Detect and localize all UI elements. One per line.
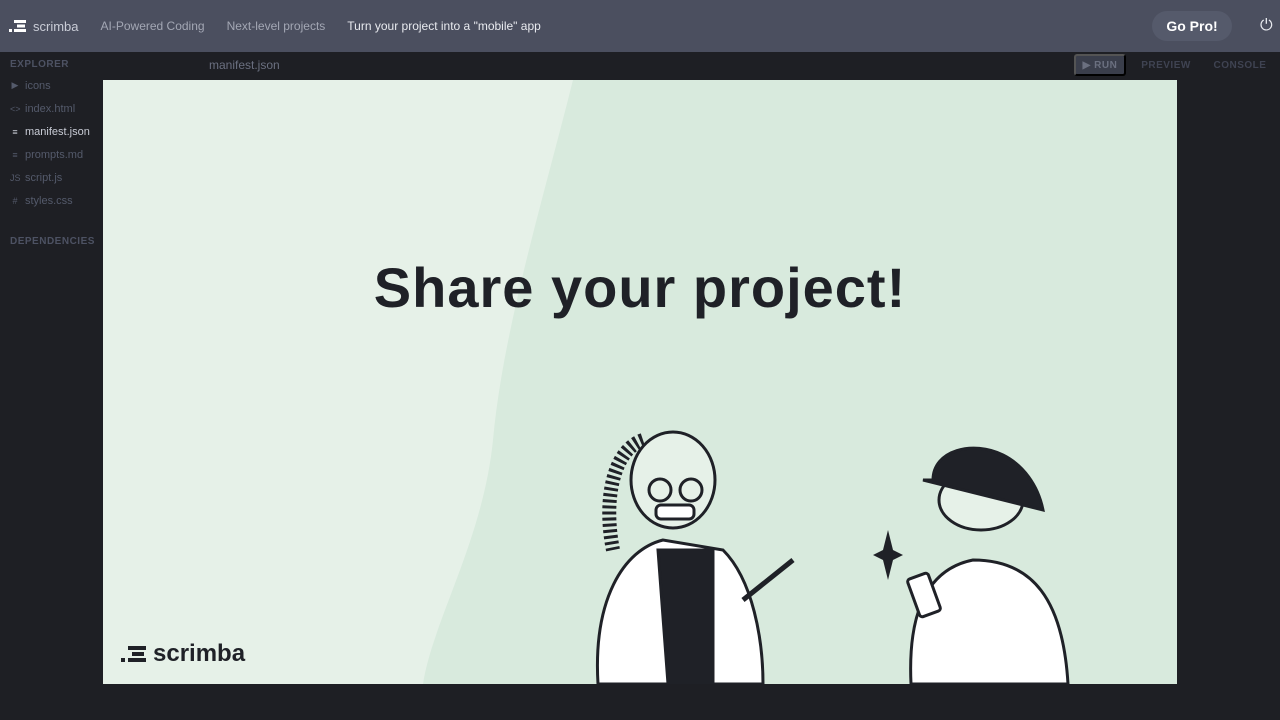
people-illustration [595, 430, 1070, 684]
slide-logo-text: scrimba [153, 640, 246, 667]
hash-icon: # [12, 195, 18, 206]
player-controls-bar [0, 684, 1280, 720]
power-icon[interactable]: ⏻ [1260, 17, 1273, 35]
run-button[interactable]: ▶ RUN [1074, 54, 1126, 76]
file-label: prompts.md [25, 148, 84, 161]
top-bar: scrimba AI-Powered Coding Next-level pro… [0, 0, 1280, 52]
breadcrumb-module[interactable]: Next-level projects [227, 19, 326, 33]
file-explorer: EXPLORER ▶ icons <> index.html ≡ manifest.j… [0, 52, 103, 720]
code-icon: <> [10, 103, 21, 114]
file-item-prompts-md[interactable]: ≡ prompts.md [0, 143, 103, 166]
file-label: script.js [25, 171, 63, 184]
file-label: manifest.json [25, 125, 90, 138]
js-icon: JS [10, 172, 21, 183]
console-tab[interactable]: CONSOLE [1210, 54, 1270, 76]
file-lines-icon: ≡ [12, 126, 18, 137]
breadcrumb-course[interactable]: AI-Powered Coding [101, 19, 205, 33]
go-pro-button[interactable]: Go Pro! [1152, 11, 1232, 41]
brand-logo[interactable]: scrimba [9, 19, 79, 34]
scrimba-logo-icon [121, 646, 146, 662]
file-item-styles-css[interactable]: # styles.css [0, 189, 103, 212]
file-item-icons[interactable]: ▶ icons [0, 74, 103, 97]
file-label: styles.css [25, 194, 73, 207]
video-slide[interactable]: Share your project! scrimba [103, 80, 1177, 684]
editor-tab-manifest[interactable]: manifest.json [209, 58, 280, 72]
scrimba-logo-icon [9, 20, 26, 32]
file-item-index-html[interactable]: <> index.html [0, 97, 103, 120]
file-label: index.html [25, 102, 76, 115]
slide-scrimba-logo: scrimba [121, 640, 245, 668]
brand-name: scrimba [33, 18, 79, 34]
file-lines-icon: ≡ [12, 149, 18, 160]
preview-tab[interactable]: PREVIEW [1140, 54, 1192, 76]
file-label: icons [25, 79, 51, 92]
run-label: RUN [1094, 59, 1118, 71]
dependencies-heading[interactable]: DEPENDENCIES [0, 236, 103, 247]
folder-arrow-icon: ▶ [11, 80, 19, 90]
play-icon: ▶ [1082, 59, 1095, 71]
explorer-heading: EXPLORER [10, 59, 70, 70]
file-item-manifest-json[interactable]: ≡ manifest.json [0, 120, 103, 143]
breadcrumb-lesson: Turn your project into a "mobile" app [347, 19, 541, 33]
file-item-script-js[interactable]: JS script.js [0, 166, 103, 189]
